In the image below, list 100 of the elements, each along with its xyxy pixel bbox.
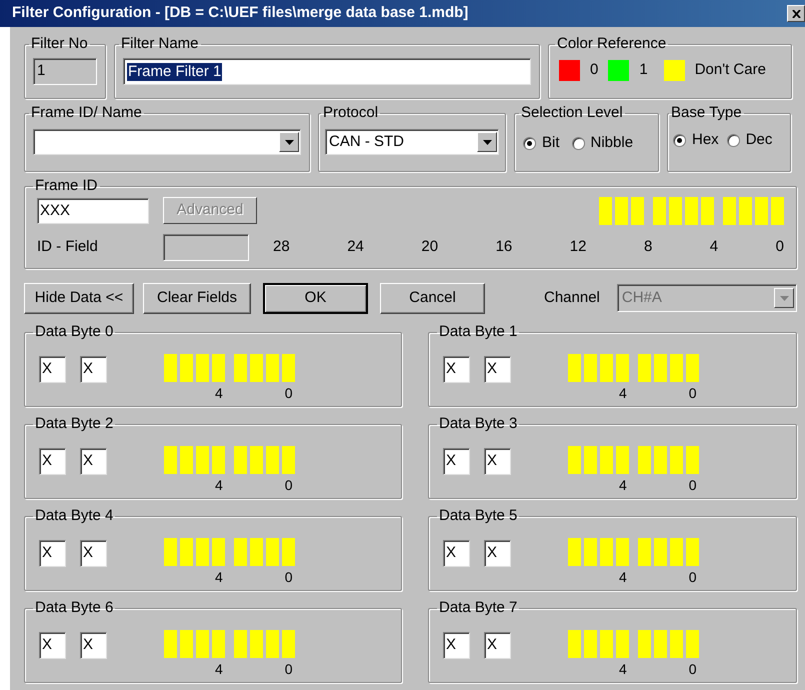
radio-option[interactable]: Hex bbox=[673, 129, 719, 152]
bit-cell[interactable] bbox=[282, 538, 295, 566]
bit-cell[interactable] bbox=[686, 538, 699, 566]
bit-cell[interactable] bbox=[600, 446, 613, 474]
bit-cell[interactable] bbox=[196, 538, 209, 566]
bit-cell[interactable] bbox=[653, 197, 666, 225]
bit-cell[interactable] bbox=[616, 354, 629, 382]
bit-cell[interactable] bbox=[600, 630, 613, 658]
bit-cell[interactable] bbox=[638, 538, 651, 566]
bit-cell[interactable] bbox=[631, 197, 644, 225]
bit-cell[interactable] bbox=[164, 538, 177, 566]
bit-cell[interactable] bbox=[568, 538, 581, 566]
bit-cell[interactable] bbox=[615, 197, 628, 225]
bit-cell[interactable] bbox=[685, 197, 698, 225]
bit-cell[interactable] bbox=[739, 197, 752, 225]
bit-cell[interactable] bbox=[568, 446, 581, 474]
radio-option[interactable]: Nibble bbox=[572, 132, 634, 154]
bit-cell[interactable] bbox=[234, 538, 247, 566]
nibble-field[interactable]: X bbox=[443, 632, 470, 659]
bit-cell[interactable] bbox=[568, 630, 581, 658]
bit-cell[interactable] bbox=[180, 354, 193, 382]
dropdown-arrow-button[interactable] bbox=[279, 132, 299, 152]
bit-cell[interactable] bbox=[755, 197, 768, 225]
bit-cell[interactable] bbox=[164, 630, 177, 658]
bit-cell[interactable] bbox=[616, 630, 629, 658]
dialog-button[interactable]: Clear Fields bbox=[143, 282, 251, 314]
nibble-field[interactable]: X bbox=[80, 356, 107, 383]
bit-cell[interactable] bbox=[686, 630, 699, 658]
dialog-button[interactable]: OK bbox=[263, 282, 368, 314]
bit-cell[interactable] bbox=[250, 446, 263, 474]
nibble-field[interactable]: X bbox=[39, 632, 66, 659]
bit-cell[interactable] bbox=[212, 446, 225, 474]
dialog-button[interactable]: Hide Data << bbox=[24, 282, 134, 314]
radio-option[interactable]: Bit bbox=[523, 132, 560, 154]
bit-cell[interactable] bbox=[164, 354, 177, 382]
frame-id-name-dropdown[interactable] bbox=[33, 129, 301, 155]
bit-cell[interactable] bbox=[599, 197, 612, 225]
nibble-field[interactable]: X bbox=[443, 540, 470, 567]
bit-cell[interactable] bbox=[234, 354, 247, 382]
close-button[interactable] bbox=[787, 5, 805, 22]
bit-cell[interactable] bbox=[616, 446, 629, 474]
bit-cell[interactable] bbox=[568, 354, 581, 382]
nibble-field[interactable]: X bbox=[80, 540, 107, 567]
bit-cell[interactable] bbox=[654, 538, 667, 566]
bit-cell[interactable] bbox=[196, 446, 209, 474]
nibble-field[interactable]: X bbox=[39, 448, 66, 475]
nibble-field[interactable]: X bbox=[484, 448, 511, 475]
bit-cell[interactable] bbox=[670, 538, 683, 566]
bit-cell[interactable] bbox=[196, 354, 209, 382]
bit-cell[interactable] bbox=[266, 538, 279, 566]
bit-cell[interactable] bbox=[771, 197, 784, 225]
bit-cell[interactable] bbox=[669, 197, 682, 225]
nibble-field[interactable]: X bbox=[80, 632, 107, 659]
bit-cell[interactable] bbox=[282, 354, 295, 382]
bit-cell[interactable] bbox=[600, 354, 613, 382]
dialog-button[interactable]: Cancel bbox=[380, 282, 485, 314]
nibble-field[interactable]: X bbox=[39, 356, 66, 383]
nibble-field[interactable]: X bbox=[443, 448, 470, 475]
bit-cell[interactable] bbox=[250, 538, 263, 566]
frame-id-field[interactable]: XXX bbox=[37, 198, 149, 224]
bit-cell[interactable] bbox=[584, 630, 597, 658]
bit-cell[interactable] bbox=[250, 630, 263, 658]
bit-cell[interactable] bbox=[212, 354, 225, 382]
dropdown-arrow-button[interactable] bbox=[477, 132, 497, 152]
bit-cell[interactable] bbox=[212, 630, 225, 658]
bit-cell[interactable] bbox=[654, 446, 667, 474]
bit-cell[interactable] bbox=[234, 630, 247, 658]
bit-cell[interactable] bbox=[638, 630, 651, 658]
bit-cell[interactable] bbox=[654, 354, 667, 382]
bit-cell[interactable] bbox=[686, 446, 699, 474]
radio-option[interactable]: Dec bbox=[726, 129, 772, 152]
bit-cell[interactable] bbox=[180, 630, 193, 658]
bit-cell[interactable] bbox=[616, 538, 629, 566]
bit-cell[interactable] bbox=[180, 446, 193, 474]
bit-cell[interactable] bbox=[638, 446, 651, 474]
bit-cell[interactable] bbox=[600, 538, 613, 566]
bit-cell[interactable] bbox=[266, 446, 279, 474]
bit-cell[interactable] bbox=[701, 197, 714, 225]
bit-cell[interactable] bbox=[584, 354, 597, 382]
bit-cell[interactable] bbox=[266, 630, 279, 658]
nibble-field[interactable]: X bbox=[484, 632, 511, 659]
nibble-field[interactable]: X bbox=[484, 540, 511, 567]
bit-cell[interactable] bbox=[723, 197, 736, 225]
nibble-field[interactable]: X bbox=[39, 540, 66, 567]
bit-cell[interactable] bbox=[686, 354, 699, 382]
bit-cell[interactable] bbox=[584, 538, 597, 566]
bit-cell[interactable] bbox=[670, 446, 683, 474]
bit-cell[interactable] bbox=[164, 446, 177, 474]
bit-cell[interactable] bbox=[196, 630, 209, 658]
bit-cell[interactable] bbox=[180, 538, 193, 566]
nibble-field[interactable]: X bbox=[443, 356, 470, 383]
bit-cell[interactable] bbox=[282, 446, 295, 474]
nibble-field[interactable]: X bbox=[80, 448, 107, 475]
bit-cell[interactable] bbox=[670, 630, 683, 658]
filter-name-field[interactable]: Frame Filter 1 bbox=[123, 58, 531, 85]
protocol-dropdown[interactable]: CAN - STD bbox=[325, 129, 499, 155]
bit-cell[interactable] bbox=[266, 354, 279, 382]
bit-cell[interactable] bbox=[670, 354, 683, 382]
nibble-field[interactable]: X bbox=[484, 356, 511, 383]
bit-cell[interactable] bbox=[584, 446, 597, 474]
